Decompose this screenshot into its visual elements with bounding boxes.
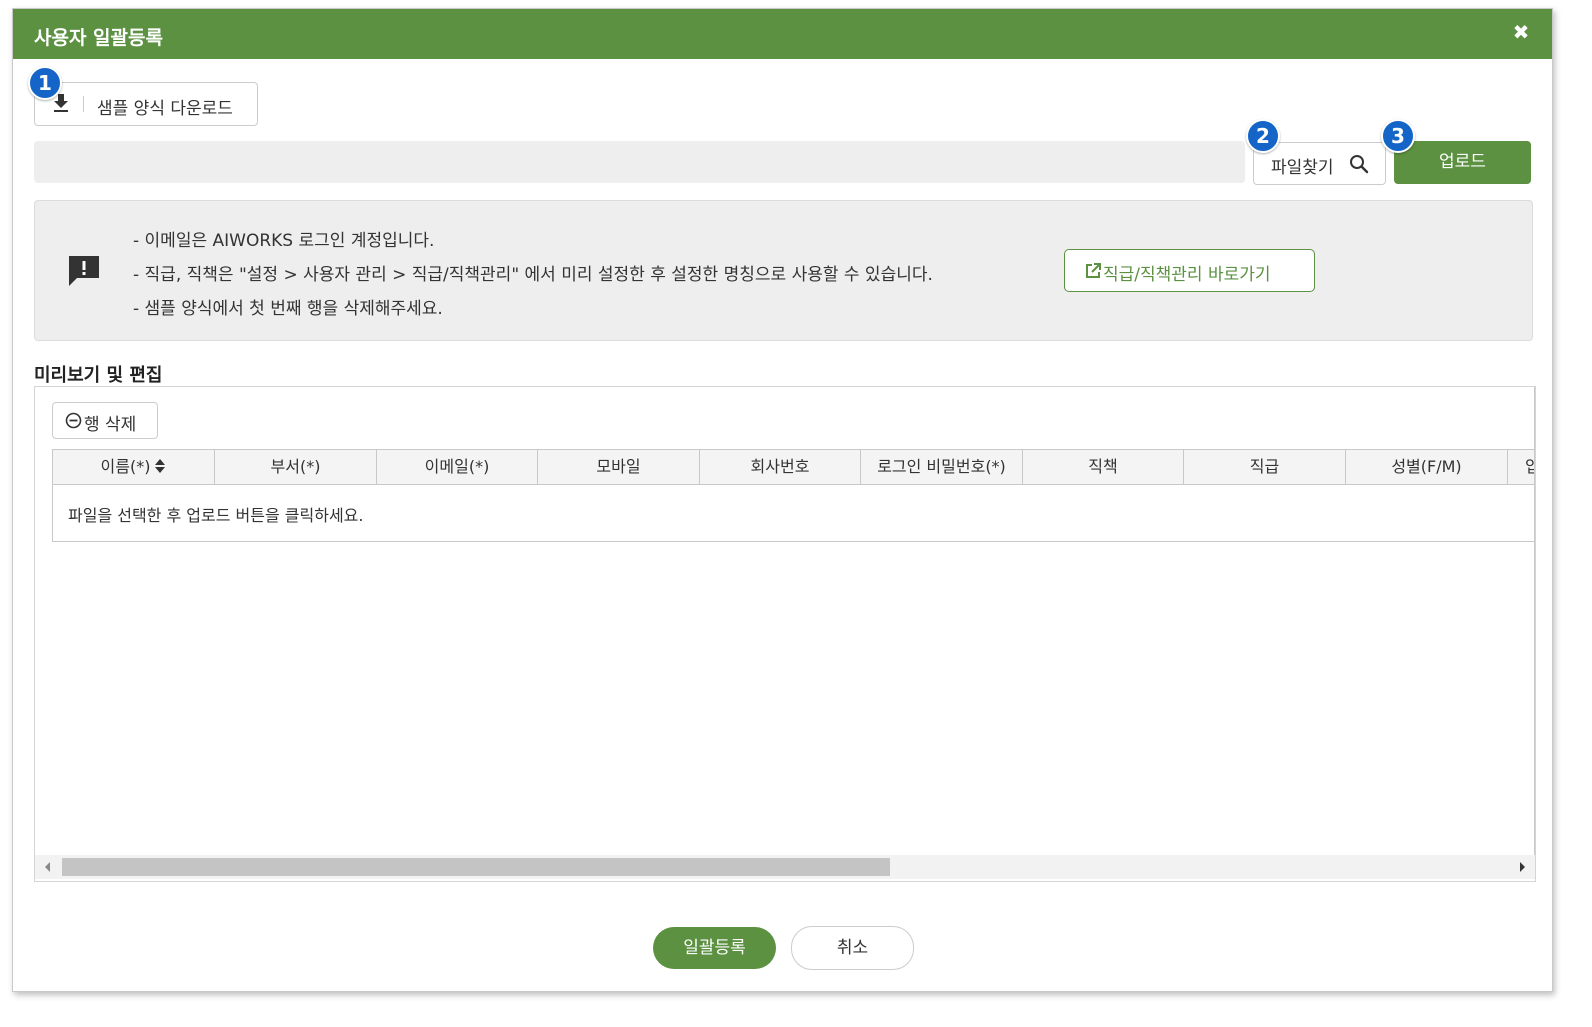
rank-position-shortcut-button[interactable]: 직급/직책관리 바로가기 [1064, 249, 1315, 292]
marker-1: 1 [28, 66, 62, 100]
dialog-header: 사용자 일괄등록 ✖ [13, 9, 1552, 59]
column-header-company-phone[interactable]: 회사번호 [700, 450, 861, 484]
preview-section-title: 미리보기 및 편집 [34, 365, 163, 386]
column-header-name[interactable]: 이름(*) [53, 450, 215, 484]
separator [83, 96, 84, 112]
delete-row-button[interactable]: 행 삭제 [52, 402, 158, 439]
column-header-rank[interactable]: 직급 [1184, 450, 1346, 484]
external-link-icon [1086, 263, 1101, 278]
horizontal-scrollbar[interactable] [35, 855, 1535, 879]
scrollbar-thumb[interactable] [62, 858, 890, 876]
shortcut-label: 직급/직책관리 바로가기 [1103, 265, 1271, 285]
preview-table: 이름(*) 부서(*) 이메일(*) 모바일 회사번호 로그인 비밀번호(*) … [52, 449, 1535, 542]
column-header-gender[interactable]: 성별(F/M) [1346, 450, 1508, 484]
column-header-login-password[interactable]: 로그인 비밀번호(*) [861, 450, 1023, 484]
scroll-right-icon[interactable] [1519, 861, 1527, 873]
cancel-button[interactable]: 취소 [791, 926, 914, 970]
scroll-left-icon[interactable] [43, 861, 51, 873]
sample-download-label: 샘플 양식 다운로드 [97, 99, 233, 119]
column-header-position[interactable]: 직책 [1023, 450, 1184, 484]
find-file-label: 파일찾기 [1271, 158, 1334, 178]
notice-line-1: - 이메일은 AIWORKS 로그인 계정입니다. [133, 231, 435, 251]
search-icon [1350, 155, 1369, 174]
minus-circle-icon [65, 412, 82, 429]
sort-icon [155, 459, 166, 473]
grid-right-border [1534, 387, 1535, 855]
preview-grid-panel: 행 삭제 이름(*) 부서(*) 이메일(*) 모바일 회사번호 로그인 비밀번… [34, 386, 1536, 882]
sample-download-button[interactable]: 샘플 양식 다운로드 [34, 82, 258, 126]
column-header-mobile[interactable]: 모바일 [538, 450, 700, 484]
notice-line-2: - 직급, 직책은 "설정 > 사용자 관리 > 직급/직책관리" 에서 미리 … [133, 265, 933, 285]
dialog-title: 사용자 일괄등록 [34, 27, 163, 49]
notice-panel: - 이메일은 AIWORKS 로그인 계정입니다. - 직급, 직책은 "설정 … [34, 200, 1533, 341]
marker-2: 2 [1246, 119, 1280, 153]
upload-button[interactable]: 업로드 [1394, 141, 1531, 184]
notice-line-3: - 샘플 양식에서 첫 번째 행을 삭제해주세요. [133, 299, 443, 319]
bulk-register-dialog: 사용자 일괄등록 ✖ 샘플 양식 다운로드 파일찾기 업로드 - 이메일은 AI… [12, 8, 1553, 992]
empty-table-message: 파일을 선택한 후 업로드 버튼을 클릭하세요. [68, 506, 364, 525]
delete-row-label: 행 삭제 [84, 415, 137, 435]
marker-3: 3 [1381, 119, 1415, 153]
column-header-department[interactable]: 부서(*) [215, 450, 377, 484]
bulk-register-button[interactable]: 일괄등록 [653, 927, 776, 969]
column-header-email[interactable]: 이메일(*) [377, 450, 538, 484]
close-icon[interactable]: ✖ [1510, 21, 1532, 43]
file-path-field[interactable] [34, 141, 1245, 183]
table-header: 이름(*) 부서(*) 이메일(*) 모바일 회사번호 로그인 비밀번호(*) … [53, 450, 1535, 485]
comment-alert-icon [69, 256, 99, 286]
column-header-truncated[interactable]: 입 [1508, 450, 1535, 484]
